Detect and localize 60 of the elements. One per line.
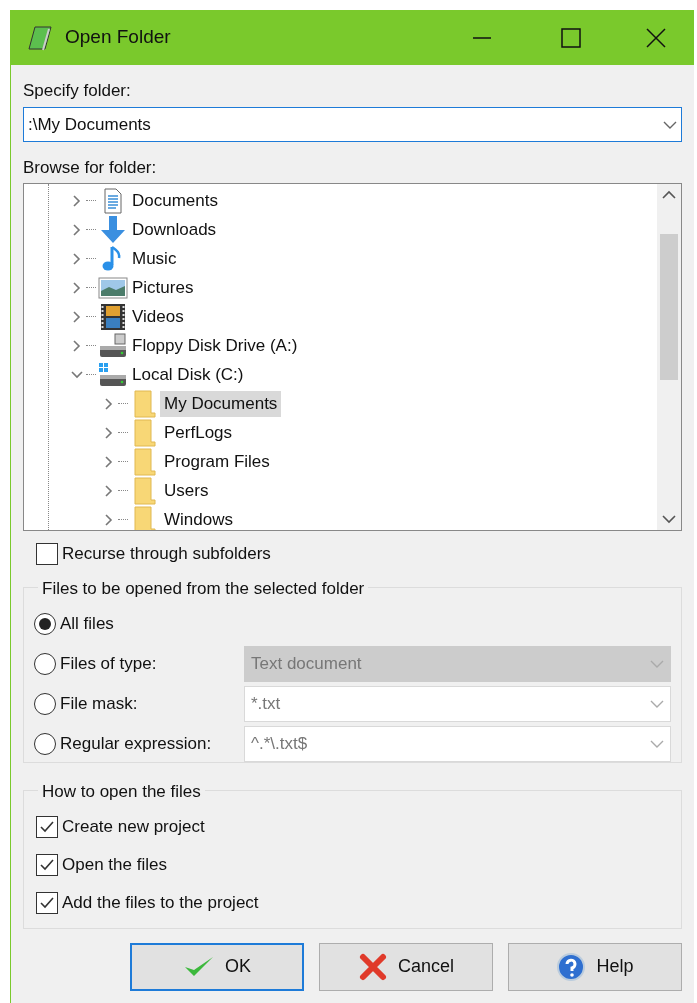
dropdown-caret-icon (650, 738, 664, 749)
scrollbar[interactable] (657, 184, 681, 530)
tree-item[interactable]: Local Disk (C:) (128, 361, 248, 388)
checkbox[interactable] (36, 891, 58, 914)
tree-item[interactable]: Downloads (128, 216, 221, 243)
checkbox[interactable] (36, 853, 58, 876)
help-icon (556, 951, 587, 982)
scroll-thumb[interactable] (660, 234, 678, 380)
folder-combobox[interactable]: :\My Documents (23, 107, 682, 142)
document-icon (101, 187, 125, 214)
window-title: Open Folder (65, 25, 171, 50)
film-strip-icon (100, 302, 126, 331)
scroll-down-icon[interactable] (662, 514, 676, 524)
filter-combobox[interactable]: *.txt (244, 685, 671, 722)
field-label: Browse for folder: (23, 157, 158, 179)
dialog-button[interactable]: Cancel (319, 942, 493, 991)
radio-label[interactable]: File mask: (60, 690, 244, 717)
checkbox-label[interactable]: Add the files to the project (62, 889, 259, 916)
dialog-button[interactable]: Help (508, 942, 682, 991)
radio-button[interactable] (34, 732, 56, 755)
checkbox[interactable] (36, 542, 58, 565)
down-arrow-icon (99, 215, 127, 244)
dropdown-caret-icon (650, 658, 664, 669)
field-label: Specify folder: (23, 80, 132, 102)
radio-button[interactable] (34, 692, 56, 715)
checkbox-label[interactable]: Create new project (62, 813, 205, 840)
tree-item[interactable]: Pictures (128, 274, 198, 301)
checkbox[interactable] (36, 815, 58, 838)
dialog-button[interactable]: OK (130, 942, 304, 991)
scroll-up-icon[interactable] (662, 190, 676, 200)
tree-item[interactable]: Videos (128, 303, 188, 330)
notebook-icon (25, 24, 55, 51)
checkbox-label[interactable]: Open the files (62, 851, 167, 878)
dropdown-caret-icon (663, 119, 677, 130)
radio-label[interactable]: Files of type: (60, 650, 244, 677)
checkmark-icon (183, 954, 215, 979)
tree-item[interactable]: Users (160, 477, 213, 504)
folder-icon (133, 447, 157, 476)
folder-icon (133, 389, 157, 418)
landscape-image-icon (98, 275, 128, 300)
folder-icon (133, 476, 157, 505)
radio-label[interactable]: All files (60, 610, 244, 637)
tree-item[interactable]: Floppy Disk Drive (A:) (128, 332, 302, 359)
filter-combobox[interactable]: ^.*\.txt$ (244, 725, 671, 762)
tree-item[interactable]: My Documents (160, 390, 282, 417)
tree-item[interactable]: Music (128, 245, 181, 272)
tree-item[interactable]: PerfLogs (160, 419, 237, 446)
disk-drive-icon (98, 361, 128, 388)
folder-icon (133, 505, 157, 530)
dropdown-caret-icon (650, 698, 664, 709)
radio-button[interactable] (34, 652, 56, 675)
tree-item[interactable]: Windows (160, 506, 237, 530)
cross-icon (358, 951, 388, 982)
radio-label[interactable]: Regular expression: (60, 730, 244, 757)
tree-item[interactable]: Documents (128, 187, 222, 214)
checkbox-label[interactable]: Recurse through subfolders (62, 541, 271, 567)
tree-item[interactable]: Program Files (160, 448, 274, 475)
floppy-drive-icon (98, 332, 128, 359)
radio-button[interactable] (34, 612, 56, 635)
folder-icon (133, 418, 157, 447)
